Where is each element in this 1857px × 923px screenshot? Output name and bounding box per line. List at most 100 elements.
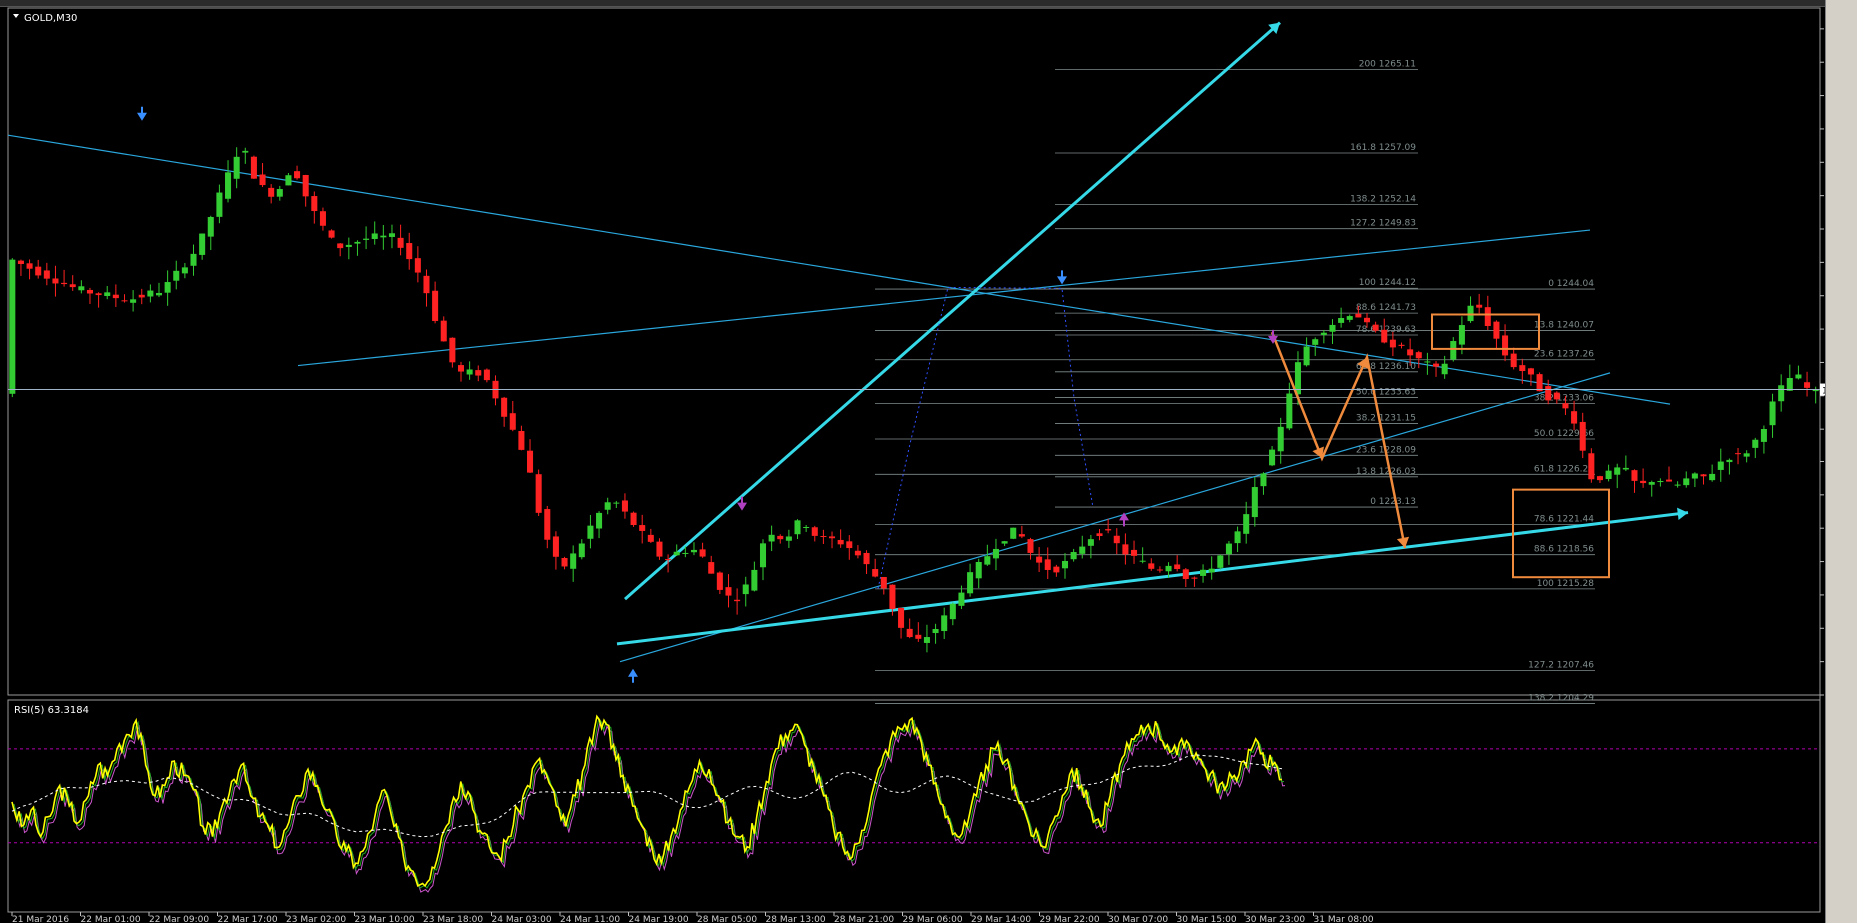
candle-body [1372,324,1379,331]
candle-body [52,278,59,284]
candle-body [259,174,266,186]
candle-body [319,211,326,226]
candle-body [1036,556,1043,563]
candle-body [665,559,672,561]
candle-body [1579,421,1586,451]
candle-body [449,337,456,363]
candle-body [1648,482,1655,485]
candle-body [1053,566,1060,573]
candle-body [1631,470,1638,481]
candle-body [155,292,163,296]
candle-body [1234,531,1241,544]
candle-body [371,233,378,239]
candle-body [1320,332,1327,335]
candle-body [1588,453,1595,480]
candle-body [1061,560,1069,569]
candle-body [1571,411,1578,424]
fib-level-label: 0 1244.04 [1548,279,1594,289]
candle-body [880,577,887,589]
candle-body [1441,363,1448,375]
candle-body [414,258,421,273]
candle-body [1001,541,1008,544]
candle-body [872,569,879,577]
candle-body [1018,534,1025,537]
candle-body [173,270,180,281]
candle-body [207,216,214,237]
candle-body [596,512,603,529]
candle-body [1691,473,1698,479]
candle-body [294,171,301,179]
candle-body [78,286,85,291]
candle-body [1312,339,1319,345]
candle-body [95,293,102,296]
candle-body [242,150,249,153]
candle-body [1010,527,1017,539]
fib-level-label: 127.2 1249.83 [1350,219,1416,229]
candle-body [397,237,404,248]
time-tick-label: 30 Mar 23:00 [1245,915,1305,923]
candle-body [1433,363,1440,367]
rsi-title: RSI(5) 63.3184 [14,705,89,716]
candle-body [190,253,197,266]
fib-level-label: 100 1215.28 [1537,579,1595,589]
candle-body [1225,543,1232,555]
candle-body [1795,374,1802,379]
candle-body [130,299,137,303]
candle-body [1450,341,1457,360]
candle-body [43,270,50,279]
candle-body [1545,386,1552,401]
time-tick-label: 22 Mar 01:00 [81,915,141,923]
candle-body [1527,368,1534,375]
candle-body [1502,335,1509,356]
candle-body [1122,544,1129,555]
candle-body [673,551,680,556]
candle-body [1363,317,1371,323]
candle-body [1346,316,1353,320]
candle-body [1208,568,1215,573]
candle-body [1398,344,1405,346]
candle-body [1614,467,1621,475]
candle-body [1389,339,1396,348]
candle-body [1605,470,1612,480]
candle-body [1381,329,1388,343]
time-tick-label: 28 Mar 05:00 [697,915,757,923]
candle-body [1778,385,1785,402]
candle-body [1553,392,1560,400]
candle-body [889,584,896,609]
candle-body [811,527,818,536]
candle-body [803,527,810,529]
time-tick-label: 29 Mar 14:00 [971,915,1031,923]
fib-level-label: 88.6 1241.73 [1356,303,1416,313]
fib-level-label: 78.6 1221.44 [1534,515,1594,525]
candle-body [777,535,784,540]
time-tick-label: 28 Mar 13:00 [766,915,826,923]
candle-body [535,474,542,513]
candle-body [734,599,741,602]
time-tick-label: 24 Mar 11:00 [560,915,620,923]
candle-body [1087,539,1094,546]
candle-body [483,369,490,381]
candle-body [104,292,111,296]
candle-body [475,370,482,376]
candle-body [1156,569,1163,571]
candle-body [1096,533,1103,537]
candle-body [1717,461,1724,470]
candle-body [1243,514,1250,534]
candle-body [1027,539,1034,553]
candle-body [268,187,275,197]
candle-body [1303,346,1310,366]
fib-level-label: 161.8 1257.09 [1350,143,1416,153]
fib-level-label: 13.8 1240.07 [1534,320,1594,330]
candle-body [1596,476,1603,481]
candle-body [1355,313,1362,318]
candle-body [1217,555,1224,568]
candle-body [656,541,663,557]
candle-body [1519,365,1526,372]
candle-body [1769,401,1776,426]
candle-body [1200,569,1207,576]
time-tick-label: 30 Mar 15:00 [1177,915,1237,923]
candle-body [768,534,775,542]
candle-body [1338,318,1345,323]
candle-body [578,543,585,558]
candle-body [923,637,930,643]
